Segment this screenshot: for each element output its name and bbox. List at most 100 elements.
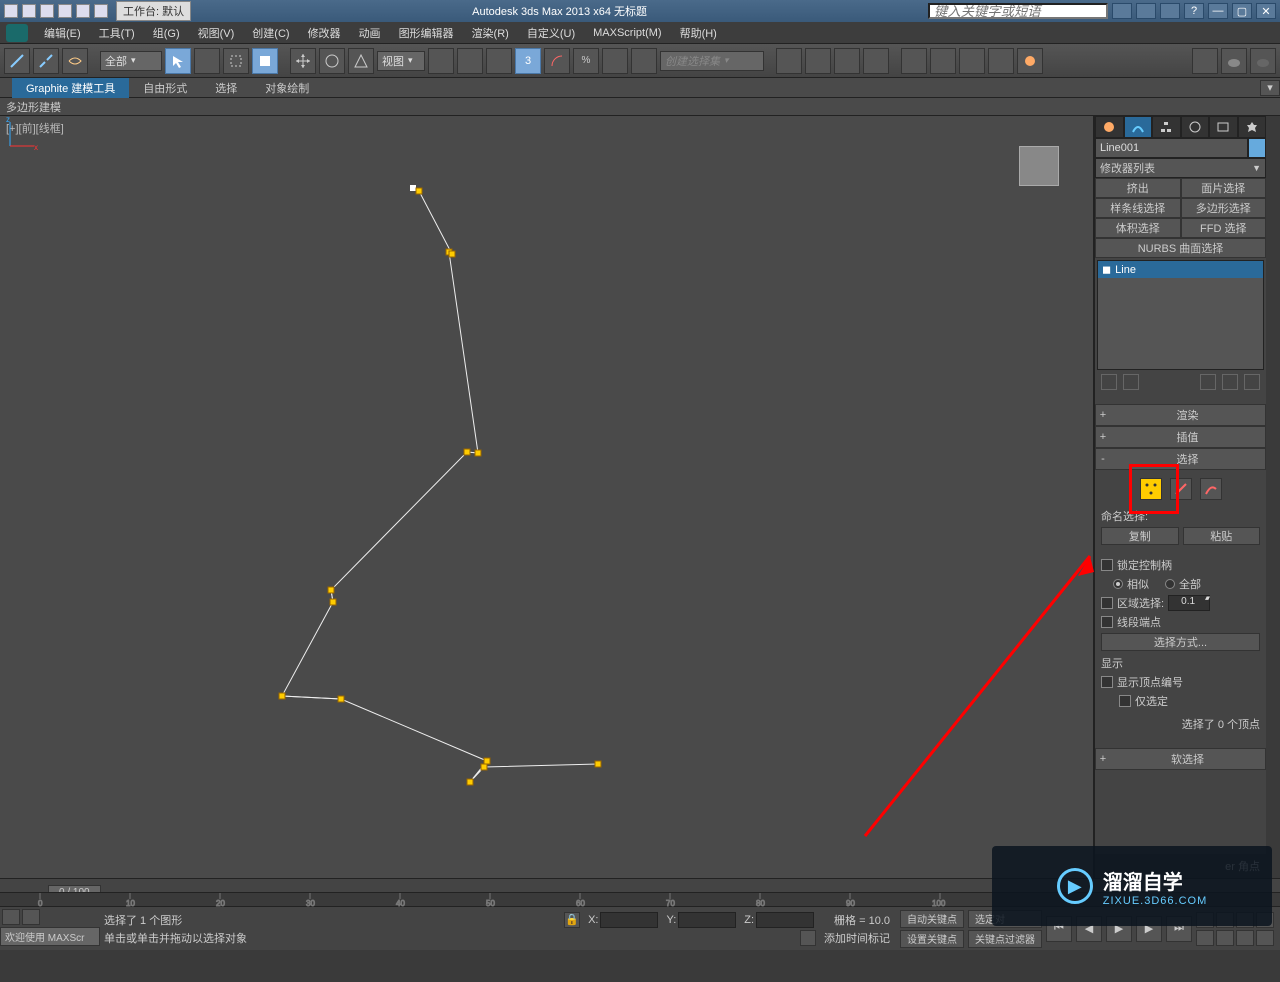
ribbon-tab-freeform[interactable]: 自由形式 — [129, 78, 201, 98]
modify-tab-icon[interactable] — [1124, 116, 1153, 138]
open-icon[interactable] — [22, 4, 36, 18]
render-prod-icon[interactable] — [1192, 48, 1218, 74]
select-manipulate-icon[interactable] — [457, 48, 483, 74]
script-listener-icon[interactable] — [2, 909, 20, 925]
lock-handles-check[interactable] — [1101, 559, 1113, 571]
set-key-button[interactable]: 设置关键点 — [900, 930, 964, 948]
align-icon[interactable] — [805, 48, 831, 74]
bind-space-warp-icon[interactable] — [62, 48, 88, 74]
ribbon-polymodel-label[interactable]: 多边形建模 — [6, 99, 61, 115]
select-region-rect-icon[interactable] — [223, 48, 249, 74]
close-button[interactable]: ✕ — [1256, 3, 1276, 19]
move-icon[interactable] — [290, 48, 316, 74]
ribbon-tab-objpaint[interactable]: 对象绘制 — [251, 78, 323, 98]
rollout-render[interactable]: +渲染 — [1095, 404, 1266, 426]
window-crossing-icon[interactable] — [252, 48, 278, 74]
layer-manager-icon[interactable] — [834, 48, 860, 74]
teapot-render-icon[interactable] — [1221, 48, 1247, 74]
infocenter-icon[interactable] — [1112, 3, 1132, 19]
btn-extrude[interactable]: 挤出 — [1095, 178, 1181, 198]
curve-editor-icon[interactable] — [863, 48, 889, 74]
material-editor-icon[interactable] — [930, 48, 956, 74]
select-object-icon[interactable] — [165, 48, 191, 74]
select-by-name-icon[interactable] — [194, 48, 220, 74]
btn-face-select[interactable]: 面片选择 — [1181, 178, 1267, 198]
comm-icon[interactable] — [1160, 3, 1180, 19]
only-selected-check[interactable] — [1119, 695, 1131, 707]
lock-selection-icon[interactable]: 🔒 — [564, 912, 580, 928]
viewport-nav-icon8[interactable] — [1256, 930, 1274, 946]
add-time-tag[interactable]: 添加时间标记 — [824, 930, 890, 946]
angle-snap-icon[interactable] — [544, 48, 570, 74]
workspace-selector[interactable]: 工作台: 默认 — [116, 1, 191, 21]
mirror-icon[interactable] — [776, 48, 802, 74]
copy-button[interactable]: 复制 — [1101, 527, 1179, 545]
coord-y-input[interactable] — [678, 912, 736, 928]
ribbon-minimize-icon[interactable]: ▾ — [1260, 80, 1280, 96]
btn-poly-select[interactable]: 多边形选择 — [1181, 198, 1267, 218]
coord-x-input[interactable] — [600, 912, 658, 928]
viewport-nav-icon7[interactable] — [1236, 930, 1254, 946]
pin-stack-icon[interactable] — [1101, 374, 1117, 390]
ref-coord-system[interactable]: 视图 — [377, 51, 425, 71]
btn-nurbs-select[interactable]: NURBS 曲面选择 — [1095, 238, 1266, 258]
ribbon-tab-graphite[interactable]: Graphite 建模工具 — [12, 78, 129, 98]
scale-icon[interactable] — [348, 48, 374, 74]
object-color-swatch[interactable] — [1248, 138, 1266, 158]
motion-tab-icon[interactable] — [1181, 116, 1210, 138]
menu-help[interactable]: 帮助(H) — [672, 23, 725, 43]
btn-spline-select[interactable]: 样条线选择 — [1095, 198, 1181, 218]
create-tab-icon[interactable] — [1095, 116, 1124, 138]
snap-toggle-icon[interactable]: 3 — [515, 48, 541, 74]
auto-key-button[interactable]: 自动关键点 — [900, 910, 964, 928]
save-icon[interactable] — [40, 4, 54, 18]
time-tag-icon[interactable] — [800, 930, 816, 946]
object-name-input[interactable] — [1095, 138, 1248, 158]
prompt-icon[interactable] — [22, 909, 40, 925]
area-select-spinner[interactable]: 0.1 — [1168, 595, 1210, 611]
btn-volume-select[interactable]: 体积选择 — [1095, 218, 1181, 238]
menu-customize[interactable]: 自定义(U) — [519, 23, 583, 43]
menu-create[interactable]: 创建(C) — [244, 23, 297, 43]
schematic-view-icon[interactable] — [901, 48, 927, 74]
select-by-button[interactable]: 选择方式... — [1101, 633, 1260, 651]
key-filter-button[interactable]: 关键点过滤器 — [968, 930, 1042, 948]
remove-modifier-icon[interactable] — [1222, 374, 1238, 390]
modifier-list-dropdown[interactable]: 修改器列表 — [1095, 158, 1266, 178]
configure-sets-icon[interactable] — [1244, 374, 1260, 390]
display-tab-icon[interactable] — [1209, 116, 1238, 138]
rotate-icon[interactable] — [319, 48, 345, 74]
utilities-tab-icon[interactable] — [1238, 116, 1267, 138]
edit-named-sel-icon[interactable] — [631, 48, 657, 74]
segment-end-check[interactable] — [1101, 616, 1113, 628]
new-icon[interactable] — [4, 4, 18, 18]
spline-subobj-icon[interactable] — [1200, 478, 1222, 500]
teapot-active-icon[interactable] — [1250, 48, 1276, 74]
unlink-icon[interactable] — [33, 48, 59, 74]
coord-z-input[interactable] — [756, 912, 814, 928]
help-icon[interactable]: ? — [1184, 3, 1204, 19]
star-icon[interactable] — [1136, 3, 1156, 19]
percent-snap-icon[interactable]: % — [573, 48, 599, 74]
named-selection-set[interactable]: 创建选择集 — [660, 51, 764, 71]
area-select-check[interactable] — [1101, 597, 1113, 609]
menu-tools[interactable]: 工具(T) — [91, 23, 143, 43]
selection-filter[interactable]: 全部 — [100, 51, 162, 71]
render-frame-icon[interactable] — [988, 48, 1014, 74]
menu-render[interactable]: 渲染(R) — [464, 23, 517, 43]
make-unique-icon[interactable] — [1200, 374, 1216, 390]
redo-icon[interactable] — [76, 4, 90, 18]
similar-radio[interactable] — [1113, 579, 1123, 589]
undo-icon[interactable] — [58, 4, 72, 18]
rollout-softsel[interactable]: +软选择 — [1095, 748, 1266, 770]
show-end-result-icon[interactable] — [1123, 374, 1139, 390]
link-icon[interactable] — [94, 4, 108, 18]
ribbon-tab-selection[interactable]: 选择 — [201, 78, 251, 98]
app-menu-icon[interactable] — [6, 24, 28, 42]
menu-group[interactable]: 组(G) — [145, 23, 188, 43]
use-pivot-icon[interactable] — [428, 48, 454, 74]
viewport-nav-icon5[interactable] — [1196, 930, 1214, 946]
stack-item-line[interactable]: ◼ Line — [1098, 261, 1263, 278]
panel-scrollbar[interactable] — [1266, 116, 1280, 878]
show-vtx-num-check[interactable] — [1101, 676, 1113, 688]
